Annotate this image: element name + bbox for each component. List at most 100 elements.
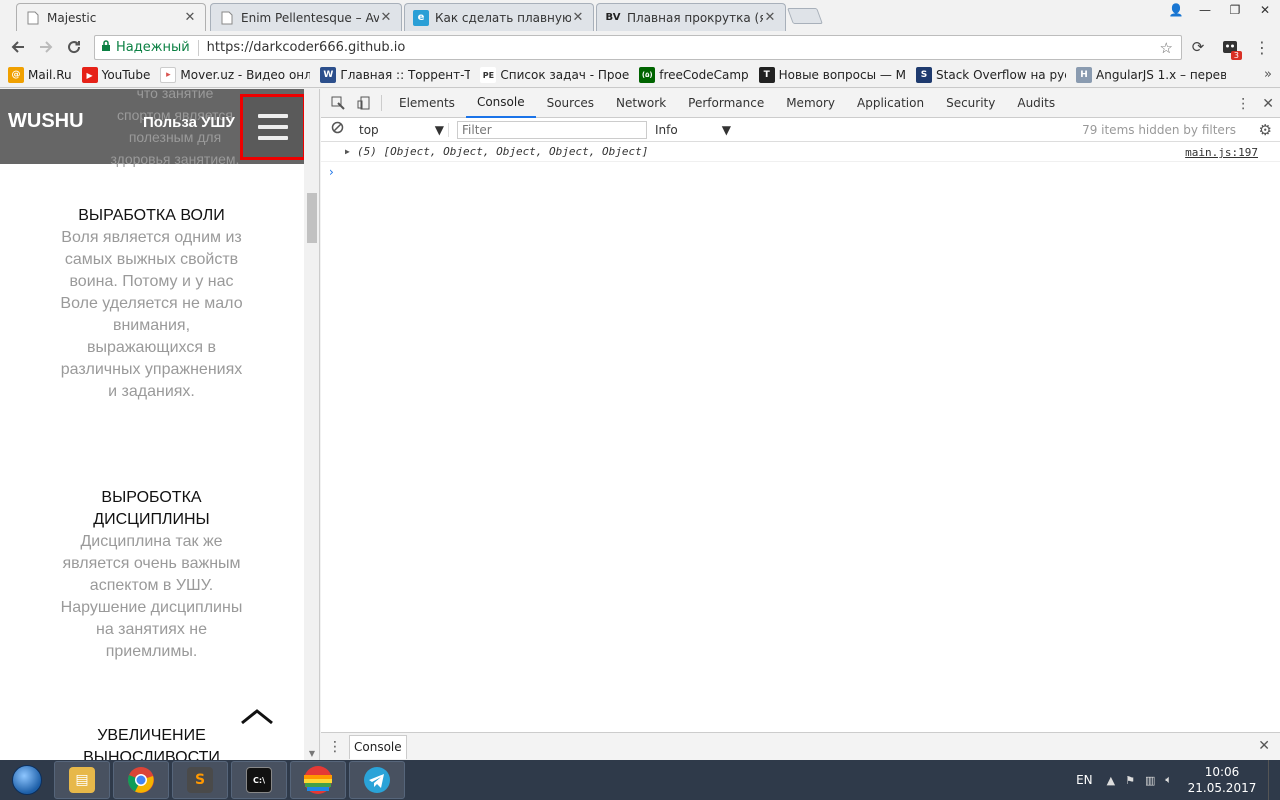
close-icon[interactable]: ✕: [763, 10, 777, 25]
bookmark-youtube[interactable]: ▶ YouTube: [81, 67, 151, 83]
bookmark-torrent[interactable]: W Главная :: Торрент-Тр: [320, 67, 470, 83]
dropdown-arrow-icon: ▼: [721, 122, 731, 137]
tab-network[interactable]: Network: [605, 89, 677, 118]
tab-smooth-scroll[interactable]: e Как сделать плавную пр ✕: [404, 3, 594, 31]
taskbar-sublime-text[interactable]: S: [172, 761, 228, 799]
section-discipline: ВЫРОБОТКА ДИСЦИПЛИНЫ Дисциплина так же я…: [60, 487, 243, 663]
section-title: ВЫРАБОТКА ВОЛИ: [78, 207, 225, 224]
minimize-icon[interactable]: —: [1190, 0, 1220, 20]
taskbar-command-prompt[interactable]: C:\: [231, 761, 287, 799]
console-prompt[interactable]: ›: [321, 162, 1280, 182]
message-text: (5) [Object, Object, Object, Object, Obj…: [357, 145, 649, 158]
bookmark-freecodecamp[interactable]: (۵) freeCodeCamp: [639, 67, 749, 83]
address-bar[interactable]: Надежный https://darkcoder666.github.io …: [94, 35, 1182, 60]
devtools-controls: ⋮ ✕: [1236, 89, 1274, 118]
t-icon: T: [758, 67, 775, 83]
clock-time: 10:06: [1204, 765, 1240, 779]
folder-icon: ▤: [69, 767, 95, 793]
close-drawer-icon[interactable]: ✕: [1258, 738, 1270, 754]
taskbar-telegram[interactable]: [349, 761, 405, 799]
tab-sources[interactable]: Sources: [536, 89, 605, 118]
section-text: Воля является одним из самых выжных свой…: [60, 229, 243, 400]
console-message[interactable]: ▶ (5) [Object, Object, Object, Object, O…: [321, 142, 1280, 162]
tab-enim[interactable]: Enim Pellentesque – Ava ✕: [210, 3, 402, 31]
tab-performance[interactable]: Performance: [677, 89, 775, 118]
site-logo[interactable]: WUSHU: [8, 110, 84, 133]
tab-memory[interactable]: Memory: [775, 89, 846, 118]
bookmark-label: freeCodeCamp: [659, 68, 749, 82]
user-icon[interactable]: 👤: [1162, 0, 1190, 20]
message-source-link[interactable]: main.js:197: [1185, 146, 1258, 159]
reload-icon[interactable]: [60, 33, 88, 61]
forward-icon[interactable]: [32, 33, 60, 61]
clock[interactable]: 10:06 21.05.2017: [1182, 764, 1262, 796]
expand-triangle-icon[interactable]: ▶: [345, 147, 350, 156]
tab-majestic[interactable]: Majestic ✕: [16, 3, 206, 31]
dropdown-arrow-icon: ▼: [434, 122, 444, 137]
bookmark-new-questions[interactable]: T Новые вопросы — М: [758, 67, 906, 83]
log-level-selector[interactable]: Info ▼: [655, 123, 731, 137]
inspect-element-icon[interactable]: [325, 89, 351, 118]
windows-taskbar: ▤ S C:\ EN ▲ ⚑ ▥ 🔈︎ 10:06 21.05.2017: [0, 760, 1280, 800]
window-controls: 👤 — ❐ ✕: [1162, 0, 1280, 20]
star-icon[interactable]: ☆: [1160, 39, 1173, 57]
tab-title: Как сделать плавную пр: [435, 10, 571, 25]
drawer-tab-console[interactable]: Console: [349, 734, 407, 759]
kebab-menu-icon[interactable]: ⋮: [1252, 37, 1272, 57]
close-icon[interactable]: ✕: [183, 10, 197, 25]
bookmark-mover[interactable]: ▸ Mover.uz - Видео онл: [160, 67, 310, 83]
tab-elements[interactable]: Elements: [388, 89, 466, 118]
chrome-icon: [128, 767, 154, 793]
tab-smooth-anchor[interactable]: BV Плавная прокрутка (яко ✕: [596, 3, 786, 31]
url-text[interactable]: https://darkcoder666.github.io: [207, 40, 406, 55]
close-devtools-icon[interactable]: ✕: [1262, 96, 1274, 112]
network-icon[interactable]: ▥: [1145, 774, 1155, 787]
hamburger-menu-button[interactable]: [240, 94, 306, 160]
scroll-to-top-icon[interactable]: [240, 707, 274, 727]
bookmark-mailru[interactable]: @ Mail.Ru: [8, 67, 72, 83]
console-filter-input[interactable]: [457, 120, 647, 139]
tab-application[interactable]: Application: [846, 89, 935, 118]
new-tab-button[interactable]: [787, 8, 823, 24]
taskbar-file-explorer[interactable]: ▤: [54, 761, 110, 799]
bookmarks-overflow-icon[interactable]: »: [1264, 67, 1272, 82]
console-filter-bar: top ▼ Info ▼ 79 items hidden by filters …: [321, 118, 1280, 142]
hidden-items-count: 79 items hidden by filters: [1082, 123, 1236, 137]
tab-strip: Majestic ✕ Enim Pellentesque – Ava ✕ e К…: [0, 0, 1280, 31]
maximize-icon[interactable]: ❐: [1220, 0, 1250, 20]
context-selector[interactable]: top ▼: [359, 122, 449, 137]
drawer-menu-icon[interactable]: ⋮: [321, 739, 349, 755]
tray-expand-icon[interactable]: ▲: [1107, 774, 1115, 787]
page-scrollbar[interactable]: ▼: [304, 89, 319, 760]
kebab-menu-icon[interactable]: ⋮: [1236, 96, 1250, 112]
taskbar-chrome[interactable]: [113, 761, 169, 799]
system-tray: EN ▲ ⚑ ▥ 🔈︎ 10:06 21.05.2017: [1076, 760, 1280, 800]
bookmark-angularjs[interactable]: H AngularJS 1.x – перев: [1076, 67, 1226, 83]
scrollbar-thumb[interactable]: [307, 193, 317, 243]
tab-audits[interactable]: Audits: [1006, 89, 1066, 118]
start-button[interactable]: [0, 760, 54, 800]
volume-icon[interactable]: 🔈︎: [1165, 773, 1172, 787]
bookmark-stackoverflow[interactable]: S Stack Overflow на рус: [916, 67, 1066, 83]
show-desktop-button[interactable]: [1268, 760, 1280, 800]
device-toolbar-icon[interactable]: [351, 89, 377, 118]
tab-console[interactable]: Console: [465, 89, 536, 118]
gear-icon[interactable]: ⚙: [1259, 121, 1272, 139]
close-icon[interactable]: ✕: [379, 10, 393, 25]
console-output: ▶ (5) [Object, Object, Object, Object, O…: [321, 142, 1280, 182]
nav-title[interactable]: Польза УШУ: [143, 114, 235, 131]
menu-bar: [258, 125, 288, 129]
bookmark-label: YouTube: [101, 68, 151, 82]
tab-security[interactable]: Security: [935, 89, 1006, 118]
taskbar-rainbow-app[interactable]: [290, 761, 346, 799]
extension-icon[interactable]: 3: [1220, 37, 1242, 60]
scroll-down-arrow-icon[interactable]: ▼: [304, 749, 319, 758]
sync-extension-icon[interactable]: ⟳: [1188, 37, 1208, 57]
close-window-icon[interactable]: ✕: [1250, 0, 1280, 20]
clear-console-icon[interactable]: [331, 121, 351, 138]
action-center-flag-icon[interactable]: ⚑: [1125, 774, 1135, 787]
language-indicator[interactable]: EN: [1076, 773, 1093, 787]
close-icon[interactable]: ✕: [571, 10, 585, 25]
back-icon[interactable]: [4, 33, 32, 61]
bookmark-tasks[interactable]: PE Список задач - Прое: [480, 67, 629, 83]
